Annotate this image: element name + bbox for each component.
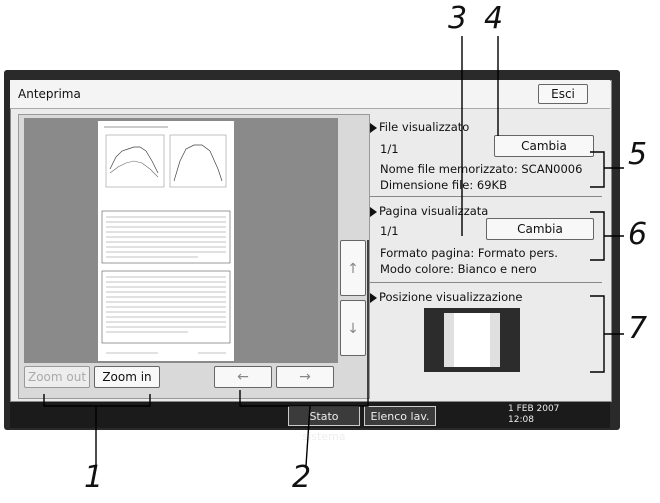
callout-2: 2 [292,460,312,495]
scroll-left-button[interactable]: ← [214,366,272,388]
page-section-header: Pagina visualizzata [370,204,488,218]
zoom-in-button[interactable]: Zoom in [94,366,160,388]
position-viewport [444,313,500,367]
callout-4: 4 [484,1,504,36]
status-date: 1 FEB 2007 [508,404,560,414]
callout-5: 5 [628,137,648,172]
callout-7: 7 [628,311,648,346]
change-page-button[interactable]: Cambia [486,218,594,240]
color-mode-info: Modo colore: Bianco e nero [380,262,537,276]
triangle-icon [370,292,377,303]
file-counter: 1/1 [380,142,399,156]
scroll-up-button[interactable]: ↑ [340,240,366,296]
file-section-header: File visualizzato [370,120,469,134]
triangle-icon [370,206,377,217]
window-title: Anteprima [18,87,81,101]
scroll-right-button[interactable]: → [276,366,334,388]
file-name-info: Nome file memorizzato: SCAN0006 [380,162,583,176]
system-status-button[interactable]: Stato sistema [288,406,360,443]
title-bar: Anteprima [10,80,610,109]
callout-1: 1 [84,460,104,495]
callout-3: 3 [448,1,468,36]
job-list-button[interactable]: Elenco lav. [364,406,436,426]
document-thumbnail [98,121,234,361]
callout-6: 6 [628,217,648,252]
file-size-info: Dimensione file: 69KB [380,178,507,192]
page-format-info: Formato pagina: Formato pers. [380,246,558,260]
zoom-out-button[interactable]: Zoom out [24,366,90,388]
scroll-down-button[interactable]: ↓ [340,300,366,356]
position-section-title: Posizione visualizzazione [379,290,523,304]
position-indicator [424,308,520,372]
file-section-title: File visualizzato [379,120,470,134]
position-page [454,313,490,367]
triangle-icon [370,122,377,133]
page-counter: 1/1 [380,224,399,238]
change-file-button[interactable]: Cambia [494,135,594,157]
exit-button[interactable]: Esci [538,84,588,104]
page-section-title: Pagina visualizzata [379,204,489,218]
status-time: 12:08 [508,415,534,425]
position-section-header: Posizione visualizzazione [370,290,523,304]
